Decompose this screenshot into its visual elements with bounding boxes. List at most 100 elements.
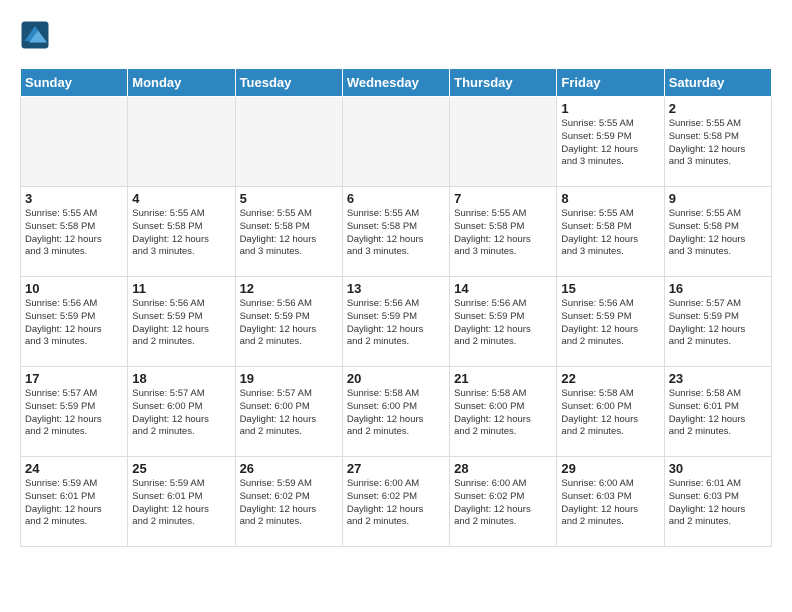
day-number: 28 [454,461,552,476]
day-number: 11 [132,281,230,296]
day-number: 5 [240,191,338,206]
day-info: Sunrise: 5:55 AM Sunset: 5:58 PM Dayligh… [454,208,552,259]
calendar-week-1: 1Sunrise: 5:55 AM Sunset: 5:59 PM Daylig… [21,97,772,187]
calendar-cell: 25 Sunrise: 5:59 AM Sunset: 6:01 PM Dayli… [128,457,235,547]
calendar-week-5: 24 Sunrise: 5:59 AM Sunset: 6:01 PM Dayli… [21,457,772,547]
calendar-cell: 27 Sunrise: 6:00 AM Sunset: 6:02 PM Dayli… [342,457,449,547]
day-number: 3 [25,191,123,206]
calendar-cell: 1Sunrise: 5:55 AM Sunset: 5:59 PM Daylig… [557,97,664,187]
day-info: Sunrise: 5:56 AM Sunset: 5:59 PM Dayligh… [25,298,123,349]
calendar-cell [235,97,342,187]
day-number: 15 [561,281,659,296]
day-number: 1 [561,101,659,116]
calendar-week-2: 3 Sunrise: 5:55 AM Sunset: 5:58 PM Daylig… [21,187,772,277]
day-number: 16 [669,281,767,296]
calendar-cell: 15 Sunrise: 5:56 AM Sunset: 5:59 PM Dayli… [557,277,664,367]
day-info: Sunrise: 5:58 AM Sunset: 6:01 PM Dayligh… [669,388,767,439]
calendar-cell [21,97,128,187]
day-info: Sunrise: 5:57 AM Sunset: 6:00 PM Dayligh… [240,388,338,439]
day-info: Sunrise: 6:00 AM Sunset: 6:02 PM Dayligh… [347,478,445,529]
day-info: Sunrise: 5:55 AM Sunset: 5:58 PM Dayligh… [669,208,767,259]
calendar-week-3: 10 Sunrise: 5:56 AM Sunset: 5:59 PM Dayli… [21,277,772,367]
calendar-cell: 2 Sunrise: 5:55 AM Sunset: 5:58 PM Daylig… [664,97,771,187]
day-info: Sunrise: 5:56 AM Sunset: 5:59 PM Dayligh… [132,298,230,349]
day-info: Sunrise: 5:59 AM Sunset: 6:01 PM Dayligh… [132,478,230,529]
day-header-wednesday: Wednesday [342,69,449,97]
calendar-cell: 5 Sunrise: 5:55 AM Sunset: 5:58 PM Daylig… [235,187,342,277]
day-number: 17 [25,371,123,386]
calendar-cell: 28 Sunrise: 6:00 AM Sunset: 6:02 PM Dayli… [450,457,557,547]
day-info: Sunrise: 5:56 AM Sunset: 5:59 PM Dayligh… [347,298,445,349]
day-info: Sunrise: 5:55 AM Sunset: 5:58 PM Dayligh… [347,208,445,259]
calendar-cell: 22 Sunrise: 5:58 AM Sunset: 6:00 PM Dayli… [557,367,664,457]
calendar-cell: 19Sunrise: 5:57 AM Sunset: 6:00 PM Dayli… [235,367,342,457]
calendar-cell: 3Sunrise: 5:55 AM Sunset: 5:58 PM Daylig… [21,187,128,277]
day-header-tuesday: Tuesday [235,69,342,97]
day-number: 6 [347,191,445,206]
day-info: Sunrise: 5:55 AM Sunset: 5:58 PM Dayligh… [132,208,230,259]
calendar-week-4: 17 Sunrise: 5:57 AM Sunset: 5:59 PM Dayli… [21,367,772,457]
day-info: Sunrise: 5:55 AM Sunset: 5:58 PM Dayligh… [669,118,767,169]
day-number: 20 [347,371,445,386]
day-number: 9 [669,191,767,206]
calendar-cell [128,97,235,187]
day-number: 18 [132,371,230,386]
calendar-cell: 10 Sunrise: 5:56 AM Sunset: 5:59 PM Dayli… [21,277,128,367]
calendar-cell: 9 Sunrise: 5:55 AM Sunset: 5:58 PM Daylig… [664,187,771,277]
calendar-cell: 21 Sunrise: 5:58 AM Sunset: 6:00 PM Dayli… [450,367,557,457]
logo-icon [20,20,50,50]
day-number: 8 [561,191,659,206]
day-number: 24 [25,461,123,476]
day-info: Sunrise: 5:55 AM Sunset: 5:58 PM Dayligh… [240,208,338,259]
day-header-saturday: Saturday [664,69,771,97]
day-number: 4 [132,191,230,206]
day-number: 26 [240,461,338,476]
day-number: 7 [454,191,552,206]
day-header-friday: Friday [557,69,664,97]
calendar-cell: 12 Sunrise: 5:56 AM Sunset: 5:59 PM Dayli… [235,277,342,367]
calendar-cell [450,97,557,187]
calendar-cell: 30Sunrise: 6:01 AM Sunset: 6:03 PM Dayli… [664,457,771,547]
calendar-cell: 29Sunrise: 6:00 AM Sunset: 6:03 PM Dayli… [557,457,664,547]
calendar-cell: 18 Sunrise: 5:57 AM Sunset: 6:00 PM Dayli… [128,367,235,457]
day-header-sunday: Sunday [21,69,128,97]
day-info: Sunrise: 5:58 AM Sunset: 6:00 PM Dayligh… [454,388,552,439]
calendar-cell: 4 Sunrise: 5:55 AM Sunset: 5:58 PM Daylig… [128,187,235,277]
calendar-cell: 11 Sunrise: 5:56 AM Sunset: 5:59 PM Dayli… [128,277,235,367]
calendar-table: SundayMondayTuesdayWednesdayThursdayFrid… [20,68,772,547]
day-number: 12 [240,281,338,296]
day-info: Sunrise: 5:56 AM Sunset: 5:59 PM Dayligh… [454,298,552,349]
calendar-body: 1Sunrise: 5:55 AM Sunset: 5:59 PM Daylig… [21,97,772,547]
day-info: Sunrise: 5:58 AM Sunset: 6:00 PM Dayligh… [561,388,659,439]
calendar-cell: 20 Sunrise: 5:58 AM Sunset: 6:00 PM Dayli… [342,367,449,457]
day-info: Sunrise: 5:55 AM Sunset: 5:58 PM Dayligh… [561,208,659,259]
day-number: 27 [347,461,445,476]
calendar-cell: 7 Sunrise: 5:55 AM Sunset: 5:58 PM Daylig… [450,187,557,277]
day-info: Sunrise: 5:56 AM Sunset: 5:59 PM Dayligh… [561,298,659,349]
day-info: Sunrise: 6:00 AM Sunset: 6:02 PM Dayligh… [454,478,552,529]
day-number: 10 [25,281,123,296]
day-info: Sunrise: 5:57 AM Sunset: 5:59 PM Dayligh… [25,388,123,439]
day-info: Sunrise: 5:59 AM Sunset: 6:02 PM Dayligh… [240,478,338,529]
day-number: 2 [669,101,767,116]
day-number: 14 [454,281,552,296]
day-number: 21 [454,371,552,386]
day-number: 22 [561,371,659,386]
day-number: 29 [561,461,659,476]
calendar-cell: 17 Sunrise: 5:57 AM Sunset: 5:59 PM Dayli… [21,367,128,457]
calendar-cell: 13Sunrise: 5:56 AM Sunset: 5:59 PM Dayli… [342,277,449,367]
day-info: Sunrise: 5:58 AM Sunset: 6:00 PM Dayligh… [347,388,445,439]
day-number: 25 [132,461,230,476]
calendar-cell: 23Sunrise: 5:58 AM Sunset: 6:01 PM Dayli… [664,367,771,457]
day-info: Sunrise: 5:57 AM Sunset: 6:00 PM Dayligh… [132,388,230,439]
calendar-cell: 26 Sunrise: 5:59 AM Sunset: 6:02 PM Dayli… [235,457,342,547]
calendar-cell: 6 Sunrise: 5:55 AM Sunset: 5:58 PM Daylig… [342,187,449,277]
logo [20,20,54,50]
day-header-thursday: Thursday [450,69,557,97]
calendar-cell: 16 Sunrise: 5:57 AM Sunset: 5:59 PM Dayli… [664,277,771,367]
day-info: Sunrise: 5:57 AM Sunset: 5:59 PM Dayligh… [669,298,767,349]
day-number: 30 [669,461,767,476]
calendar-cell [342,97,449,187]
day-info: Sunrise: 5:56 AM Sunset: 5:59 PM Dayligh… [240,298,338,349]
calendar-cell: 14 Sunrise: 5:56 AM Sunset: 5:59 PM Dayli… [450,277,557,367]
